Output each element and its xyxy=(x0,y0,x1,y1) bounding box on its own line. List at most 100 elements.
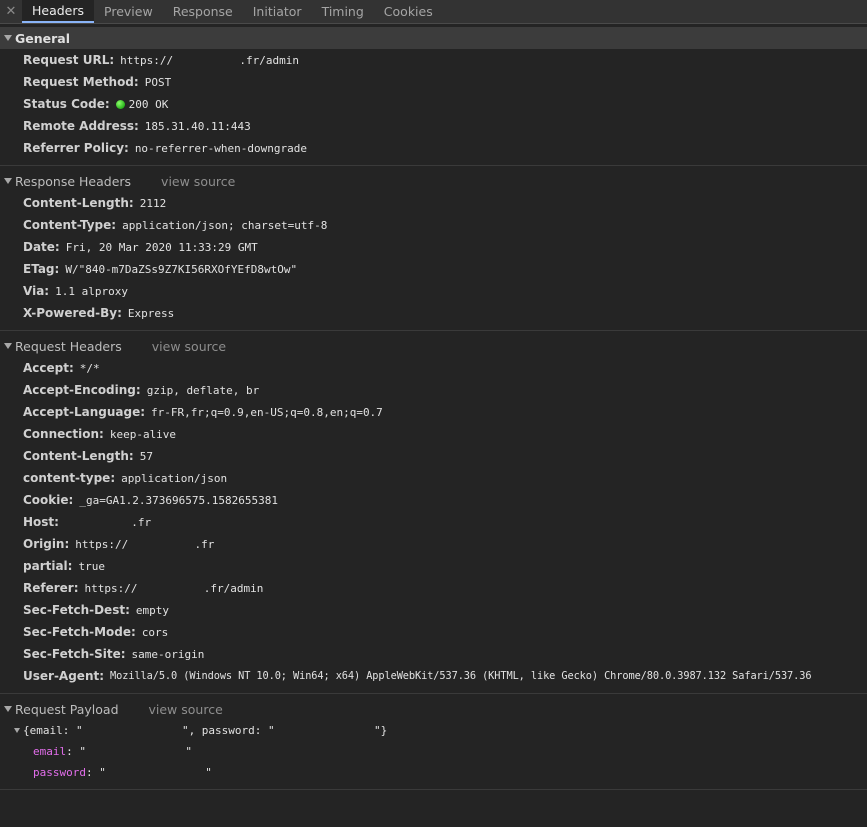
header-row: Sec-Fetch-Mode: cors xyxy=(0,621,867,643)
header-value: same-origin xyxy=(131,647,205,661)
tab-response[interactable]: Response xyxy=(163,0,243,23)
header-value: Fri, 20 Mar 2020 11:33:29 GMT xyxy=(65,240,258,254)
general-section: General Request URL: https:// .fr/admin … xyxy=(0,27,867,166)
payload-value: " " xyxy=(79,745,192,758)
payload-key: password xyxy=(33,766,86,779)
header-value: .fr xyxy=(64,515,152,529)
header-value: W/"840-m7DaZSs9Z7KI56RXOfYEfD8wtOw" xyxy=(65,262,298,276)
header-row: Accept: */* xyxy=(0,357,867,379)
header-row: Accept-Language: fr-FR,fr;q=0.9,en-US;q=0… xyxy=(0,401,867,423)
header-value: application/json; charset=utf-8 xyxy=(122,218,328,232)
header-row: Via: 1.1 alproxy xyxy=(0,280,867,302)
status-green-dot-icon xyxy=(115,99,125,109)
header-row: Date: Fri, 20 Mar 2020 11:33:29 GMT xyxy=(0,236,867,258)
payload-object-summary: {email: " ", password: " "} xyxy=(23,724,388,737)
header-key: Host: xyxy=(23,515,59,529)
payload-key: email xyxy=(33,745,67,758)
header-row: Sec-Fetch-Site: same-origin xyxy=(0,643,867,665)
general-section-header[interactable]: General xyxy=(0,27,867,49)
header-row-request-method: Request Method: POST xyxy=(0,71,867,93)
payload-field-email: email: " " xyxy=(33,745,192,758)
header-row: partial: true xyxy=(0,555,867,577)
header-row: Connection: keep-alive xyxy=(0,423,867,445)
header-value: */* xyxy=(79,361,100,375)
header-key: Origin: xyxy=(23,537,70,551)
tab-cookies[interactable]: Cookies xyxy=(374,0,443,23)
request-headers-section-header[interactable]: Request Headers view source xyxy=(0,335,867,357)
header-key: Sec-Fetch-Site: xyxy=(23,647,126,661)
header-key: Sec-Fetch-Mode: xyxy=(23,625,136,639)
header-row-referrer-policy: Referrer Policy: no-referrer-when-downgr… xyxy=(0,137,867,159)
payload-object-root[interactable]: {email: " ", password: " "} xyxy=(0,720,867,741)
view-source-link[interactable]: view source xyxy=(161,174,235,189)
header-value: 57 xyxy=(139,449,153,463)
header-row: X-Powered-By: Express xyxy=(0,302,867,324)
header-row: Origin: https:// .fr xyxy=(0,533,867,555)
section-title: Request Payload xyxy=(15,701,119,717)
section-title: Request Headers xyxy=(15,338,122,354)
header-key: ETag: xyxy=(23,262,60,276)
header-key: Sec-Fetch-Dest: xyxy=(23,603,130,617)
header-row: Cookie: _ga=GA1.2.373696575.1582655381 xyxy=(0,489,867,511)
header-key: Connection: xyxy=(23,427,104,441)
tab-initiator[interactable]: Initiator xyxy=(243,0,312,23)
header-value: 200 OK xyxy=(128,97,169,111)
header-value: no-referrer-when-downgrade xyxy=(134,141,307,155)
header-row: Referer: https:// .fr/admin xyxy=(0,577,867,599)
header-key: Date: xyxy=(23,240,60,254)
header-row: Content-Length: 57 xyxy=(0,445,867,467)
tab-preview[interactable]: Preview xyxy=(94,0,163,23)
response-headers-section-header[interactable]: Response Headers view source xyxy=(0,170,867,192)
devtools-tab-bar: ✕ Headers Preview Response Initiator Tim… xyxy=(0,0,867,24)
header-row: Content-Type: application/json; charset=… xyxy=(0,214,867,236)
payload-value: " " xyxy=(99,766,212,779)
header-key: content-type: xyxy=(23,471,116,485)
section-title: Response Headers xyxy=(15,173,132,189)
header-value: empty xyxy=(135,603,169,617)
header-key: Content-Type: xyxy=(23,218,117,232)
header-key: Accept-Encoding: xyxy=(23,383,141,397)
view-source-link[interactable]: view source xyxy=(152,339,226,354)
header-key: User-Agent: xyxy=(23,669,105,683)
header-value: 1.1 alproxy xyxy=(55,284,128,298)
response-headers-section: Response Headers view source Content-Len… xyxy=(0,170,867,331)
header-row: User-Agent: Mozilla/5.0 (Windows NT 10.0;… xyxy=(0,665,867,687)
header-value: gzip, deflate, br xyxy=(146,383,260,397)
tab-headers[interactable]: Headers xyxy=(22,0,95,23)
header-value: Mozilla/5.0 (Windows NT 10.0; Win64; x64… xyxy=(110,670,812,682)
header-key: Accept-Language: xyxy=(23,405,146,419)
header-row: Content-Length: 2112 xyxy=(0,192,867,214)
header-key: Content-Length: xyxy=(23,449,134,463)
header-key: Referer: xyxy=(23,581,79,595)
payload-field-password: password: " " xyxy=(33,766,212,779)
header-value: _ga=GA1.2.373696575.1582655381 xyxy=(79,493,279,507)
header-row-request-url: Request URL: https:// .fr/admin xyxy=(0,49,867,71)
header-row: Host: .fr xyxy=(0,511,867,533)
close-icon[interactable]: ✕ xyxy=(0,0,22,23)
header-key: partial: xyxy=(23,559,73,573)
header-row: ETag: W/"840-m7DaZSs9Z7KI56RXOfYEfD8wtOw… xyxy=(0,258,867,280)
header-value: fr-FR,fr;q=0.9,en-US;q=0.8,en;q=0.7 xyxy=(151,405,383,419)
header-value: https:// .fr/admin xyxy=(120,53,299,67)
request-payload-section-header[interactable]: Request Payload view source xyxy=(0,698,867,720)
header-row: Sec-Fetch-Dest: empty xyxy=(0,599,867,621)
expand-triangle-icon xyxy=(4,35,12,41)
header-value: 2112 xyxy=(139,196,167,210)
header-key: Remote Address: xyxy=(23,119,139,133)
view-source-link[interactable]: view source xyxy=(149,702,223,717)
header-key: Status Code: xyxy=(23,97,110,111)
header-value: cors xyxy=(141,625,169,639)
header-value: POST xyxy=(144,75,172,89)
header-value: keep-alive xyxy=(109,427,177,441)
request-headers-section: Request Headers view source Accept: */* A… xyxy=(0,335,867,694)
tab-timing[interactable]: Timing xyxy=(312,0,374,23)
expand-triangle-icon xyxy=(4,178,12,184)
header-value: Express xyxy=(127,306,175,320)
header-key: Referrer Policy: xyxy=(23,141,129,155)
header-key: Request Method: xyxy=(23,75,139,89)
header-key: Content-Length: xyxy=(23,196,134,210)
section-title: General xyxy=(15,30,70,46)
header-key: Via: xyxy=(23,284,50,298)
header-row: content-type: application/json xyxy=(0,467,867,489)
expand-triangle-icon xyxy=(14,728,20,733)
